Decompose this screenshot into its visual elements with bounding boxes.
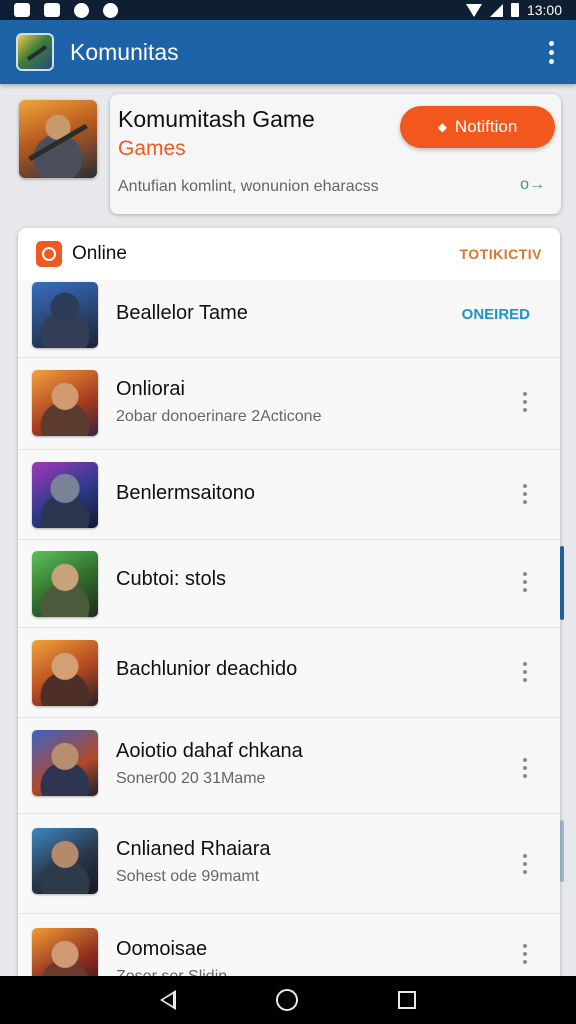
player-avatar	[32, 282, 98, 348]
player-name: Beallelor Tame	[116, 302, 248, 324]
player-name: Aoiotio dahaf chkana	[116, 740, 303, 762]
more-options-icon[interactable]	[520, 572, 530, 592]
signal-icon	[489, 3, 503, 17]
more-options-icon[interactable]	[520, 944, 530, 964]
hero-subtitle: Games	[118, 137, 186, 160]
scrollbar-thumb[interactable]	[560, 546, 564, 620]
recent-apps-icon[interactable]	[398, 991, 416, 1009]
list-item[interactable]: Beallelor Tame ONEIRED	[18, 280, 560, 358]
list-item[interactable]: Onliorai 2obar donoerinare 2Acticone	[18, 358, 560, 450]
status-badge: ONEIRED	[461, 306, 530, 323]
more-options-icon[interactable]	[520, 854, 530, 874]
list-item[interactable]: Bachlunior deachido	[18, 628, 560, 718]
list-header-title: Online	[72, 243, 127, 264]
scrollbar-track-marker	[560, 820, 564, 882]
player-avatar	[32, 828, 98, 894]
more-options-icon[interactable]	[520, 662, 530, 682]
list-item[interactable]: Aoiotio dahaf chkana Soner00 20 31Mame	[18, 718, 560, 814]
player-subtitle: 2obar donoerinare 2Acticone	[116, 408, 322, 425]
hero-game-avatar[interactable]	[19, 100, 97, 178]
player-name: Cnlianed Rhaiara	[116, 838, 271, 860]
list-item[interactable]: Cnlianed Rhaiara Sohest ode 99mamt	[18, 814, 560, 914]
hero-card[interactable]: Komumitash Game Games Antufian komlint, …	[110, 94, 561, 214]
home-icon[interactable]	[276, 989, 298, 1011]
player-subtitle: Sohest ode 99mamt	[116, 868, 260, 885]
status-bar: 13:00	[0, 0, 576, 20]
player-name: Onliorai	[116, 378, 185, 400]
player-avatar	[32, 462, 98, 528]
player-avatar	[32, 640, 98, 706]
notification-button-label: Notiftion	[454, 117, 518, 136]
game-notification-icon	[44, 3, 60, 17]
player-avatar	[32, 730, 98, 796]
player-subtitle: Soner00 20 31Mame	[116, 770, 266, 787]
more-options-icon[interactable]	[520, 758, 530, 778]
battery-icon	[510, 3, 519, 17]
more-options-icon[interactable]	[520, 392, 530, 412]
list-item[interactable]: Cubtoi: stols	[18, 540, 560, 628]
diamond-icon: ◆	[437, 120, 447, 134]
player-avatar	[32, 370, 98, 436]
overflow-menu-icon[interactable]	[543, 35, 560, 70]
game-logo-icon[interactable]	[16, 33, 54, 71]
app-title: Komunitas	[70, 38, 179, 65]
system-icons: 13:00	[465, 2, 562, 18]
navigation-bar	[0, 976, 576, 1024]
photo-notification-icon	[14, 3, 30, 17]
player-name: Oomoisae	[116, 938, 208, 960]
hero-description: Antufian komlint, wonunion eharacss	[118, 178, 379, 195]
status-time: 13:00	[526, 2, 562, 18]
wifi-icon	[465, 3, 482, 17]
list-header: Online TOTIKICTIV	[18, 228, 560, 280]
list-header-link[interactable]: TOTIKICTIV	[459, 246, 542, 262]
hero-title: Komumitash Game	[118, 106, 315, 132]
go-arrow-link[interactable]: o→	[520, 176, 545, 194]
more-options-icon[interactable]	[520, 484, 530, 504]
search-badge-icon	[36, 241, 62, 267]
sync-notification-icon	[74, 2, 89, 18]
back-icon[interactable]	[160, 990, 176, 1010]
player-avatar	[32, 551, 98, 617]
clock-notification-icon	[103, 2, 118, 18]
player-name: Benlermsaitono	[116, 482, 255, 504]
app-bar: Komunitas	[0, 20, 576, 84]
online-list-card: Online TOTIKICTIV Beallelor Tame ONEIRED…	[18, 228, 560, 988]
player-name: Bachlunior deachido	[116, 658, 298, 680]
player-name: Cubtoi: stols	[116, 568, 227, 590]
list-item[interactable]: Benlermsaitono	[18, 450, 560, 540]
notification-icons	[14, 2, 118, 18]
notification-button[interactable]: ◆ Notiftion	[400, 106, 555, 148]
